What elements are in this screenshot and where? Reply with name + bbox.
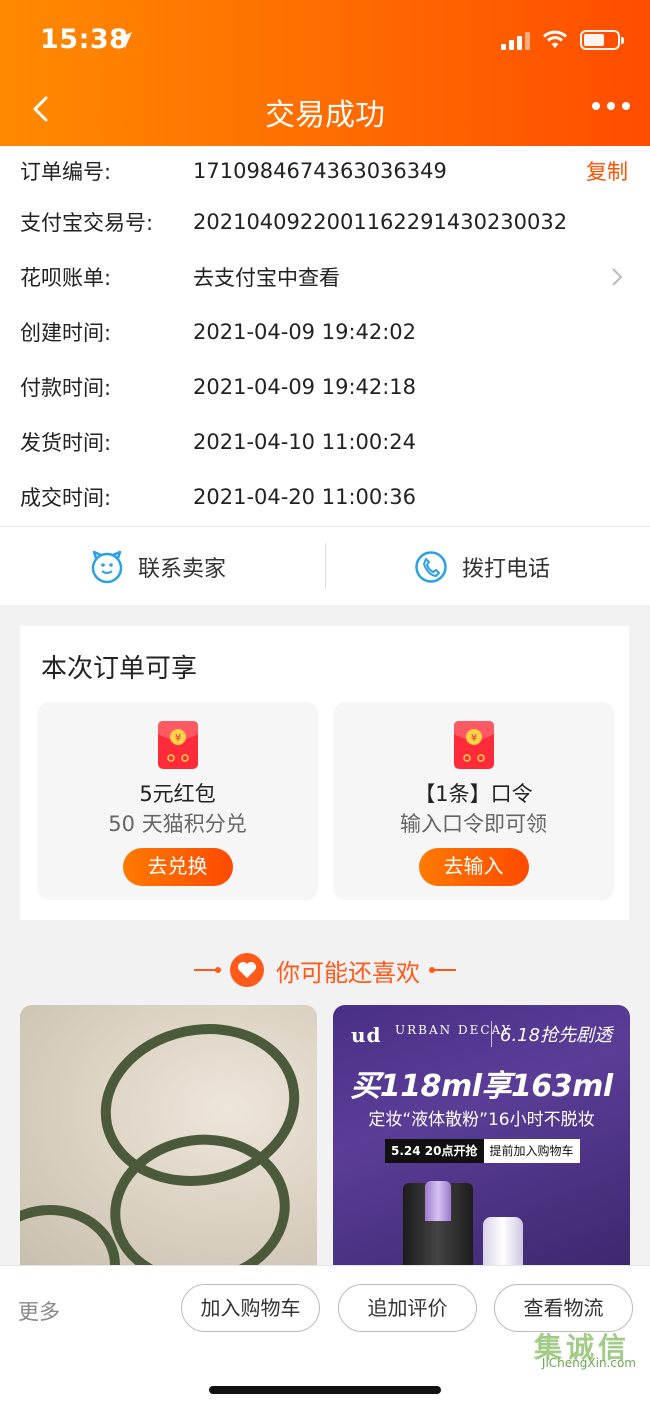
order-number-label: 订单编号:: [20, 160, 112, 184]
completed-time-label: 成交时间:: [20, 486, 112, 510]
completed-time-value: 2021-04-20 11:00:36: [193, 485, 417, 509]
divider: [325, 543, 326, 589]
ad-subline: 定妆“液体散粉”16小时不脱妆: [368, 1110, 595, 1130]
product-card-tshirt[interactable]: [20, 1005, 317, 1265]
perk-name: 5元红包: [139, 782, 216, 806]
more-menu-button[interactable]: [592, 102, 630, 110]
paid-time-value: 2021-04-09 19:42:18: [193, 375, 417, 399]
home-indicator[interactable]: [209, 1386, 441, 1394]
huabei-bill-link[interactable]: 去支付宝中查看: [193, 262, 340, 292]
red-packet-icon: ¥: [157, 721, 198, 769]
contact-seller-button[interactable]: 联系卖家: [90, 527, 226, 606]
wifi-icon: [542, 30, 568, 48]
contact-bar: 联系卖家 拨打电话: [0, 526, 650, 605]
ad-promo: 6.18抢先剧透: [491, 1021, 612, 1047]
shipped-time-value: 2021-04-10 11:00:24: [193, 430, 417, 454]
location-arrow-icon: [116, 32, 132, 48]
order-perks-card: 本次订单可享 ¥ 5元红包 50 天猫积分兑 去兑换 ¥ 【1条】口令 输入口令…: [20, 626, 629, 920]
phone-icon: [415, 550, 447, 583]
product-bottle-cap: [425, 1181, 451, 1221]
status-icons: [501, 30, 624, 50]
svg-text:¥: ¥: [174, 733, 180, 744]
ad-chip: 5.24 20点开抢 提前加入购物车: [385, 1139, 580, 1163]
call-phone-label: 拨打电话: [462, 556, 551, 582]
add-to-cart-button[interactable]: 加入购物车: [181, 1284, 320, 1332]
recommend-title: 你可能还喜欢: [276, 958, 420, 987]
created-time-label: 创建时间:: [20, 321, 112, 345]
completed-time-row: 成交时间: 2021-04-20 11:00:36: [0, 477, 650, 517]
redeem-button[interactable]: 去兑换: [122, 848, 233, 886]
product-jar-image: [483, 1217, 523, 1265]
perk-desc: 50 天猫积分兑: [108, 812, 247, 836]
chevron-right-icon: [612, 268, 623, 286]
watermark-text: JiChengXin.com: [541, 1356, 636, 1370]
top-header: 15:38 交易成功: [0, 0, 650, 146]
ad-chip-time: 5.24 20点开抢: [385, 1139, 484, 1163]
paid-time-label: 付款时间:: [20, 376, 112, 400]
perk-name: 【1条】口令: [414, 782, 533, 806]
enter-code-button[interactable]: 去输入: [418, 848, 529, 886]
chat-face-icon: [91, 550, 123, 583]
perk-card-password: ¥ 【1条】口令 输入口令即可领 去输入: [333, 702, 614, 900]
created-time-value: 2021-04-09 19:42:02: [193, 320, 417, 344]
red-packet-icon: ¥: [453, 721, 494, 769]
created-time-row: 创建时间: 2021-04-09 19:42:02: [0, 312, 650, 352]
shipped-time-row: 发货时间: 2021-04-10 11:00:24: [0, 422, 650, 462]
order-number-value: 1710984674363036349: [193, 159, 447, 183]
decor-line: [194, 967, 221, 973]
alipay-trade-row: 支付宝交易号: 2021040922001162291430230032: [0, 202, 650, 242]
perks-title: 本次订单可享: [41, 654, 198, 684]
product-card-urban-decay[interactable]: ud URBAN DECAY 6.18抢先剧透 买118ml享163ml 定妆“…: [333, 1005, 630, 1265]
view-logistics-button[interactable]: 查看物流: [494, 1284, 633, 1332]
ad-headline: 买118ml享163ml: [350, 1069, 613, 1104]
svg-text:¥: ¥: [470, 733, 476, 744]
battery-icon: [580, 30, 624, 50]
perk-card-red-packet: ¥ 5元红包 50 天猫积分兑 去兑换: [37, 702, 318, 900]
order-info-panel: 订单编号: 1710984674363036349 复制 支付宝交易号: 202…: [0, 146, 650, 526]
contact-seller-label: 联系卖家: [138, 556, 227, 582]
brand-logo: ud: [351, 1023, 382, 1047]
decor-line: [429, 967, 456, 973]
huabei-bill-label: 花呗账单:: [20, 266, 112, 290]
huabei-bill-row[interactable]: 花呗账单: 去支付宝中查看: [0, 257, 650, 297]
call-phone-button[interactable]: 拨打电话: [414, 527, 550, 606]
alipay-trade-value: 2021040922001162291430230032: [193, 210, 568, 234]
ad-chip-action: 提前加入购物车: [483, 1139, 580, 1163]
product-print-graphic: [20, 1205, 120, 1265]
shipped-time-label: 发货时间:: [20, 431, 112, 455]
more-link[interactable]: 更多: [18, 1296, 60, 1326]
copy-button[interactable]: 复制: [586, 156, 628, 186]
heart-icon: [230, 953, 264, 987]
alipay-trade-label: 支付宝交易号:: [20, 211, 154, 235]
signal-icon: [501, 30, 530, 50]
page-title: 交易成功: [265, 98, 385, 133]
paid-time-row: 付款时间: 2021-04-09 19:42:18: [0, 367, 650, 407]
add-review-button[interactable]: 追加评价: [338, 1284, 477, 1332]
perk-desc: 输入口令即可领: [400, 812, 547, 836]
recommend-header: 你可能还喜欢: [0, 948, 650, 992]
order-number-row: 订单编号: 1710984674363036349 复制: [0, 151, 650, 191]
